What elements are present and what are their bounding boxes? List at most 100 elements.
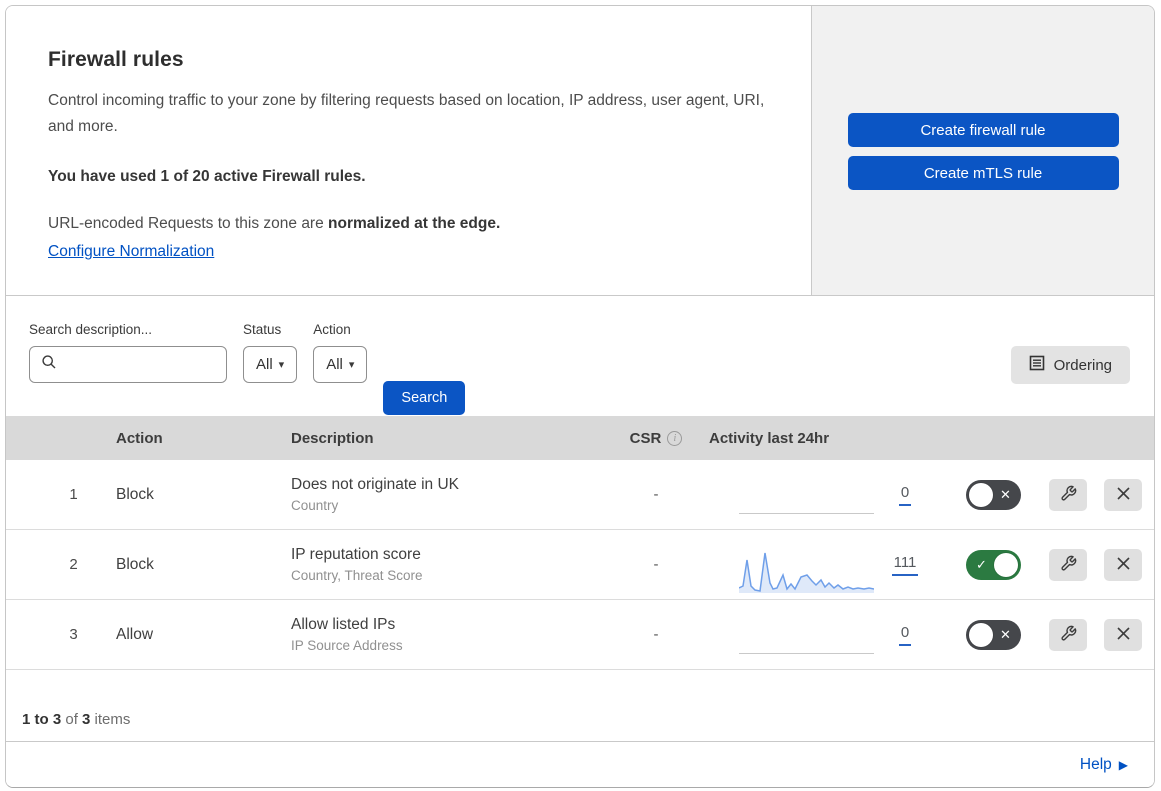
rule-buttons-cell [1041,478,1154,511]
help-link-label: Help [1079,755,1112,773]
toggle-knob [969,622,993,647]
rule-priority: 3 [69,626,78,643]
normalization-text: URL-encoded Requests to this zone are no… [48,215,501,232]
activity-flatline [739,512,874,514]
search-label: Search description... [29,322,153,337]
page-title: Firewall rules [48,48,184,71]
header-text-panel: Firewall rules Control incoming traffic … [6,6,812,295]
pagination-summary: 1 to 3 of 3 items [6,670,1154,741]
rule-buttons-cell [1041,618,1154,651]
search-field-group: Search description... [29,322,227,416]
arrow-right-icon: ▶ [1118,757,1128,772]
rule-toggle-cell: ✓ ✕ [946,479,1041,510]
activity-sparkline [739,617,874,663]
x-icon: ✕ [1000,627,1011,642]
filter-bar: Search description... Status All ▾ Actio… [6,296,1154,416]
rules-table: Action Description CSR i Activity last 2… [6,416,1154,670]
ordering-button[interactable]: Ordering [1010,346,1130,384]
edit-rule-button[interactable] [1049,618,1087,651]
status-select[interactable]: All ▾ [243,346,298,383]
search-input[interactable] [65,356,226,373]
rule-activity-cell: 0 [706,607,946,663]
rule-toggle-cell: ✓ ✕ [946,549,1041,580]
column-header-action: Action [116,429,163,447]
rule-description: IP reputation score [291,546,421,563]
rule-fields: IP Source Address [291,638,403,653]
rule-priority: 2 [69,556,78,573]
rule-activity-cell: 0 [706,467,946,523]
help-link[interactable]: Help ▶ [1080,756,1128,774]
rule-description: Allow listed IPs [291,616,396,633]
configure-normalization-link[interactable]: Configure Normalization [48,243,214,261]
close-icon [1116,556,1131,574]
rule-enable-toggle[interactable]: ✓ ✕ [966,619,1021,650]
rule-priority: 1 [69,486,78,503]
status-filter-group: Status All ▾ [243,322,298,416]
wrench-icon [1060,485,1077,505]
toggle-knob [994,552,1018,577]
range-text: 1 to 3 [22,711,62,728]
toggle-knob [969,482,993,507]
table-row: 2 Block IP reputation score Country, Thr… [6,530,1154,600]
activity-count-link[interactable]: 111 [888,554,922,576]
chevron-down-icon: ▾ [278,359,285,371]
page-description: Control incoming traffic to your zone by… [48,92,765,135]
create-mtls-rule-button[interactable]: Create mTLS rule [847,156,1119,190]
search-input-container[interactable] [29,346,227,383]
check-icon: ✓ [976,557,987,572]
column-header-csr: CSR i [606,430,706,447]
search-button[interactable]: Search [383,381,466,415]
close-icon [1116,486,1131,504]
edit-rule-button[interactable] [1049,478,1087,511]
action-filter-group: Action All ▾ [313,322,368,416]
rule-fields: Country, Threat Score [291,568,423,583]
rule-enable-toggle[interactable]: ✓ ✕ [966,479,1021,510]
firewall-rules-card: Firewall rules Control incoming traffic … [5,5,1155,788]
column-header-activity: Activity last 24hr [709,429,830,447]
table-row: 3 Allow Allow listed IPs IP Source Addre… [6,600,1154,670]
rule-description: Does not originate in UK [291,476,460,493]
usage-counter: You have used 1 of 20 active Firewall ru… [48,168,366,185]
rule-csr: - [653,486,659,503]
delete-rule-button[interactable] [1104,478,1142,511]
rule-buttons-cell [1041,548,1154,581]
search-icon [41,354,57,375]
edit-rule-button[interactable] [1049,548,1087,581]
rule-fields: Country [291,498,339,513]
delete-rule-button[interactable] [1104,618,1142,651]
rule-activity-cell: 111 [706,537,946,593]
normalization-bold: normalized at the edge. [328,215,501,232]
info-icon[interactable]: i [667,430,683,446]
rule-description-cell: Allow listed IPs IP Source Address [291,616,606,653]
rule-enable-toggle[interactable]: ✓ ✕ [966,549,1021,580]
action-select-value: All [326,356,343,373]
table-header-row: Action Description CSR i Activity last 2… [6,416,1154,460]
x-icon: ✕ [1000,487,1011,502]
action-label: Action [313,322,351,337]
wrench-icon [1060,625,1077,645]
ordering-button-label: Ordering [1053,356,1112,374]
close-icon [1116,626,1131,644]
column-header-description: Description [291,429,374,447]
rule-action: Block [116,555,154,573]
activity-count-link[interactable]: 0 [888,624,922,646]
action-select[interactable]: All ▾ [313,346,368,383]
activity-count-link[interactable]: 0 [888,484,922,506]
chevron-down-icon: ▾ [348,359,355,371]
activity-flatline [739,652,874,654]
rule-description-cell: Does not originate in UK Country [291,476,606,513]
rule-csr: - [653,626,659,643]
rule-toggle-cell: ✓ ✕ [946,619,1041,650]
list-icon [1029,355,1045,375]
actions-panel: Create firewall rule Create mTLS rule [812,6,1154,295]
status-label: Status [243,322,282,337]
help-footer: Help ▶ [6,741,1154,787]
rule-csr: - [653,556,659,573]
delete-rule-button[interactable] [1104,548,1142,581]
activity-sparkline [739,547,874,593]
rule-description-cell: IP reputation score Country, Threat Scor… [291,546,606,583]
rule-action: Block [116,485,154,503]
status-select-value: All [256,356,273,373]
create-firewall-rule-button[interactable]: Create firewall rule [847,113,1119,147]
table-row: 1 Block Does not originate in UK Country… [6,460,1154,530]
